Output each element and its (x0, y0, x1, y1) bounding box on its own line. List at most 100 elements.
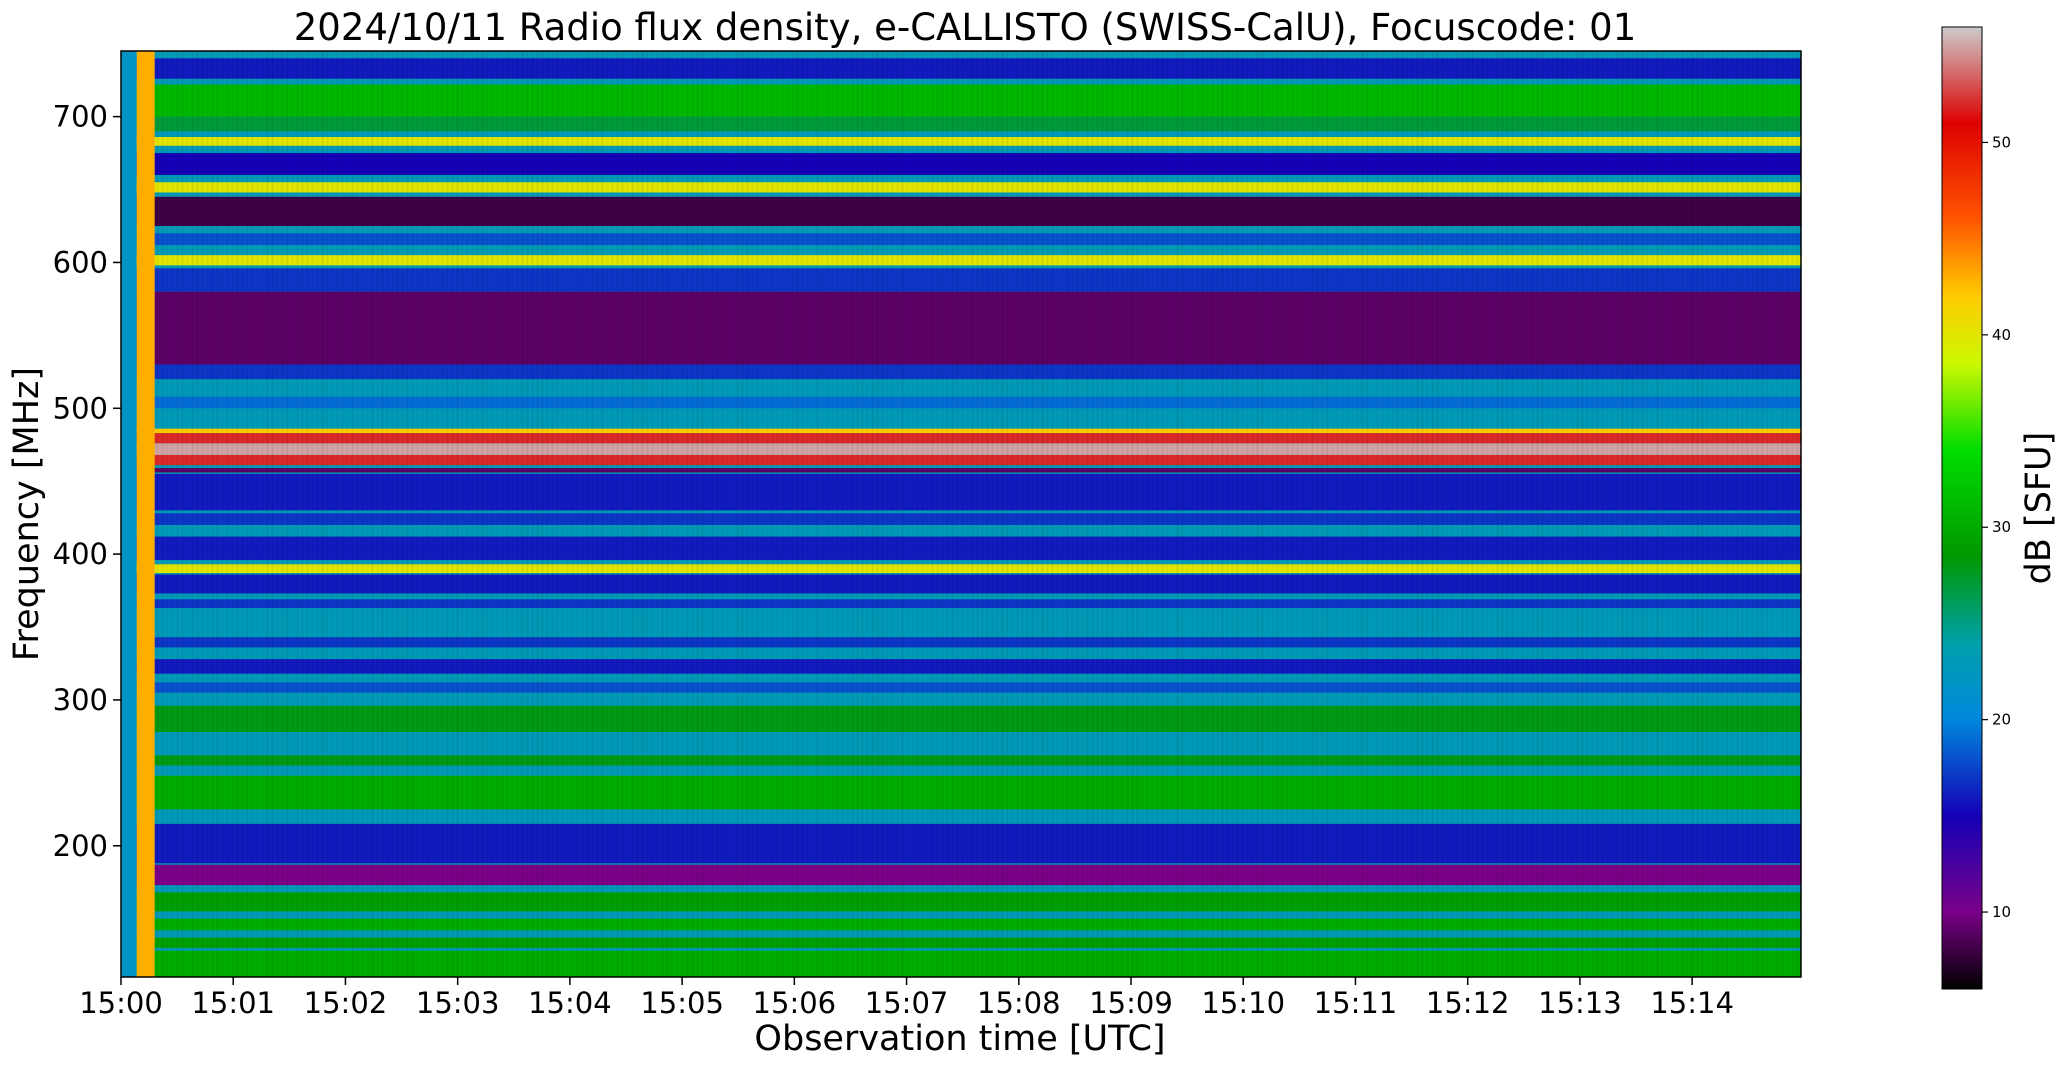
texture-stripe (836, 51, 839, 977)
texture-stripe (546, 51, 549, 977)
texture-stripe (1196, 51, 1199, 977)
texture-stripe (341, 51, 344, 977)
texture-stripe (771, 51, 774, 977)
texture-stripe (1567, 51, 1569, 977)
texture-stripe (512, 51, 514, 977)
texture-stripe (901, 51, 904, 977)
texture-stripe (1236, 51, 1239, 977)
texture-stripe (711, 51, 714, 977)
texture-stripe (967, 51, 969, 977)
texture-stripe (1556, 51, 1559, 977)
texture-stripe (981, 51, 984, 977)
texture-stripe (1131, 51, 1134, 977)
texture-stripe (381, 51, 384, 977)
texture-stripe (191, 51, 194, 977)
texture-stripe (451, 51, 454, 977)
x-tick-label: 15:00 (79, 986, 163, 1020)
texture-stripe (437, 51, 439, 977)
y-tick-label: 400 (53, 537, 108, 571)
texture-stripe (541, 51, 544, 977)
texture-stripe (432, 51, 434, 977)
texture-stripe (1471, 51, 1474, 977)
texture-stripe (1641, 51, 1644, 977)
calibration-column (136, 51, 155, 977)
texture-stripe (1211, 51, 1214, 977)
texture-stripe (1792, 51, 1794, 977)
texture-stripe (1276, 51, 1279, 977)
texture-stripe (536, 51, 539, 977)
texture-stripe (856, 51, 859, 977)
texture-stripe (1142, 51, 1144, 977)
texture-stripe (1551, 51, 1554, 977)
texture-stripe (1111, 51, 1114, 977)
texture-stripe (616, 51, 619, 977)
texture-stripe (1506, 51, 1509, 977)
texture-stripe (551, 51, 554, 977)
texture-stripe (251, 51, 254, 977)
chart-title: 2024/10/11 Radio flux density, e-CALLIST… (294, 6, 1637, 49)
texture-stripe (351, 51, 354, 977)
texture-stripe (1187, 51, 1189, 977)
texture-stripe (1326, 51, 1329, 977)
x-tick-label: 15:14 (1650, 986, 1734, 1020)
texture-stripe (1191, 51, 1194, 977)
texture-stripe (421, 51, 424, 977)
texture-stripe (466, 51, 469, 977)
texture-stripe (1631, 51, 1634, 977)
x-tick-label: 15:05 (640, 986, 724, 1020)
texture-stripe (722, 51, 724, 977)
texture-stripe (1516, 51, 1519, 977)
texture-stripe (671, 51, 674, 977)
texture-stripe (1601, 51, 1604, 977)
texture-stripe (1722, 51, 1724, 977)
texture-stripe (847, 51, 849, 977)
texture-stripe (661, 51, 664, 977)
texture-stripe (861, 51, 864, 977)
texture-stripe (576, 51, 579, 977)
texture-stripe (286, 51, 289, 977)
texture-stripe (1361, 51, 1364, 977)
texture-stripe (866, 51, 869, 977)
texture-stripe (991, 51, 994, 977)
texture-stripe (1741, 51, 1744, 977)
texture-stripe (242, 51, 244, 977)
texture-stripe (1316, 51, 1319, 977)
texture-stripe (181, 51, 184, 977)
texture-stripe (822, 51, 824, 977)
texture-stripe (841, 51, 844, 977)
texture-stripe (356, 51, 359, 977)
texture-stripe (1481, 51, 1484, 977)
texture-stripe (1271, 51, 1274, 977)
texture-stripe (886, 51, 889, 977)
texture-stripe (1386, 51, 1389, 977)
texture-stripe (246, 51, 249, 977)
texture-stripe (636, 51, 639, 977)
texture-stripe (736, 51, 739, 977)
texture-stripe (321, 51, 324, 977)
y-tick-label: 300 (53, 683, 108, 717)
texture-stripe (1221, 51, 1224, 977)
texture-stripe (631, 51, 634, 977)
x-tick-label: 15:13 (1538, 986, 1622, 1020)
texture-stripe (716, 51, 719, 977)
texture-stripe (1436, 51, 1439, 977)
texture-stripe (1576, 51, 1579, 977)
texture-stripe (486, 51, 489, 977)
texture-stripe (1121, 51, 1124, 977)
texture-stripe (791, 51, 794, 977)
texture-stripe (1777, 51, 1779, 977)
texture-stripe (1051, 51, 1054, 977)
texture-stripe (581, 51, 584, 977)
texture-stripe (1706, 51, 1709, 977)
texture-stripe (347, 51, 349, 977)
texture-stripe (777, 51, 779, 977)
texture-stripe (301, 51, 304, 977)
texture-stripe (1166, 51, 1169, 977)
texture-stripe (621, 51, 624, 977)
texture-stripe (1391, 51, 1394, 977)
texture-stripe (1206, 51, 1209, 977)
texture-stripe (1781, 51, 1784, 977)
texture-stripe (1181, 51, 1184, 977)
texture-stripe (1661, 51, 1664, 977)
texture-stripe (222, 51, 224, 977)
